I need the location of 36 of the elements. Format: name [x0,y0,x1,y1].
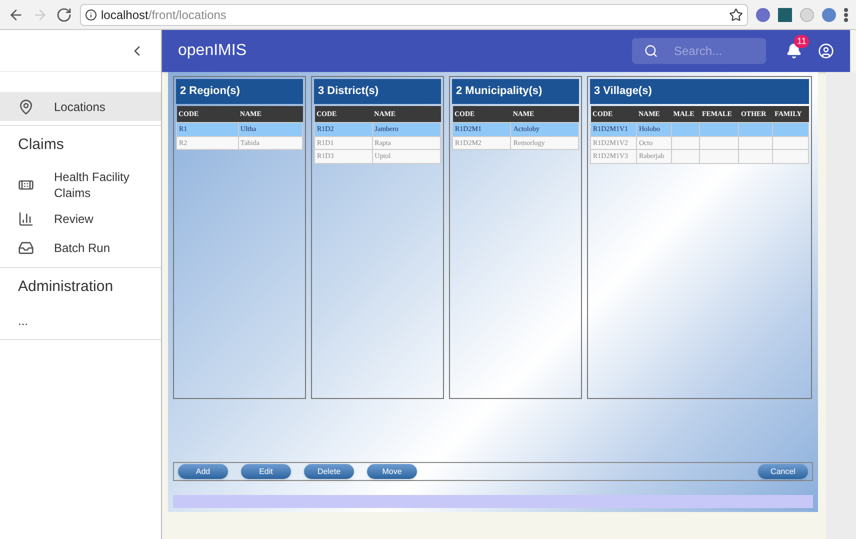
account-icon[interactable] [818,43,834,59]
sidebar-item[interactable]: ... [0,306,161,335]
browser-menu-icon[interactable] [844,8,848,22]
panel-title: 2 Municipality(s) [452,79,579,104]
action-button[interactable]: Add [178,464,228,479]
reload-icon[interactable] [56,6,72,22]
bookmark-star-icon[interactable] [729,8,743,22]
extension-icon[interactable] [756,8,770,22]
app-title: openIMIS [178,41,246,61]
back-icon[interactable] [8,6,24,22]
address-field[interactable]: localhost/front/locations [80,4,748,26]
extension-icon[interactable] [778,8,792,22]
panel-title: 3 Village(s) [590,79,809,104]
sidebar-item[interactable]: Health Facility Claims [0,164,161,204]
extension-icon[interactable] [822,8,836,22]
url-text: localhost/front/locations [101,6,226,24]
action-button[interactable]: Delete [304,464,354,479]
sidebar-item[interactable]: Review [0,204,161,234]
search-field[interactable]: Search... [632,38,766,64]
action-button[interactable]: Move [367,464,417,479]
bell-icon[interactable] [786,43,802,59]
search-icon [644,44,658,58]
map-pin-icon [18,98,34,114]
bar-chart-icon [18,211,34,227]
search-input[interactable]: Search... [674,42,754,60]
sidebar-item[interactable]: Locations [0,92,161,121]
notification-badge: 11 [794,35,810,48]
sidebar-item[interactable]: Batch Run [0,234,161,262]
panel-title: 2 Region(s) [176,79,303,104]
section-header: Claims [17,135,65,155]
info-icon [85,8,97,20]
panel-title: 3 District(s) [314,79,441,104]
cancel-button[interactable]: Cancel [758,464,808,479]
section-header: Administration [17,276,114,296]
action-button[interactable]: Edit [241,464,291,479]
tray-icon [18,240,34,256]
